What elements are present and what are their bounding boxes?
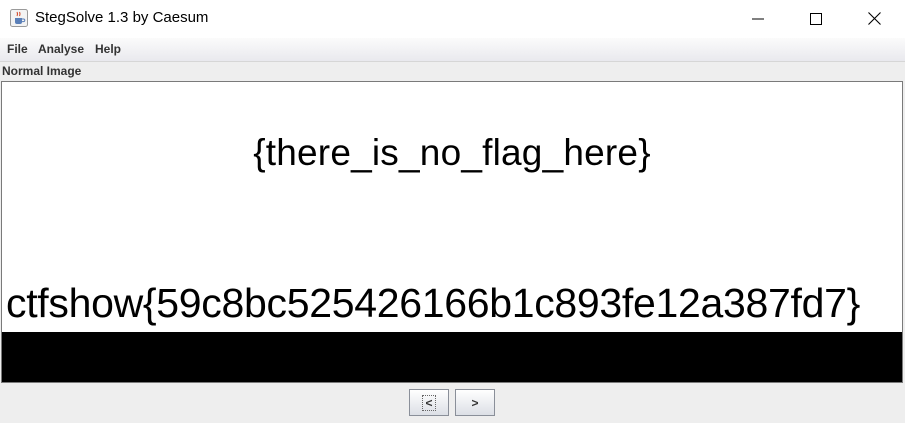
image-black-region	[2, 332, 902, 382]
next-button[interactable]: >	[455, 389, 495, 416]
menu-file[interactable]: File	[7, 42, 28, 56]
view-mode-label: Normal Image	[2, 64, 82, 78]
image-panel: {there_is_no_flag_here} ctfshow{59c8bc52…	[1, 81, 903, 383]
title-bar: StegSolve 1.3 by Caesum	[0, 0, 905, 38]
previous-button[interactable]: <	[409, 389, 449, 416]
minimize-icon	[752, 10, 764, 29]
close-icon	[867, 10, 881, 29]
maximize-icon	[810, 10, 822, 29]
menu-analyse[interactable]: Analyse	[38, 42, 84, 56]
close-button[interactable]	[845, 0, 903, 38]
window-title: StegSolve 1.3 by Caesum	[35, 9, 209, 26]
image-text-line2: ctfshow{59c8bc525426166b1c893fe12a387fd7…	[6, 280, 861, 326]
previous-button-label: <	[422, 394, 436, 411]
image-text-line1: {there_is_no_flag_here}	[253, 132, 651, 173]
minimize-button[interactable]	[729, 0, 787, 38]
menu-bar: File Analyse Help	[0, 38, 905, 62]
next-button-label: >	[471, 395, 479, 410]
maximize-button[interactable]	[787, 0, 845, 38]
java-coffee-cup-icon	[10, 9, 28, 27]
menu-help[interactable]: Help	[95, 42, 121, 56]
view-mode-bar: Normal Image	[0, 63, 905, 81]
